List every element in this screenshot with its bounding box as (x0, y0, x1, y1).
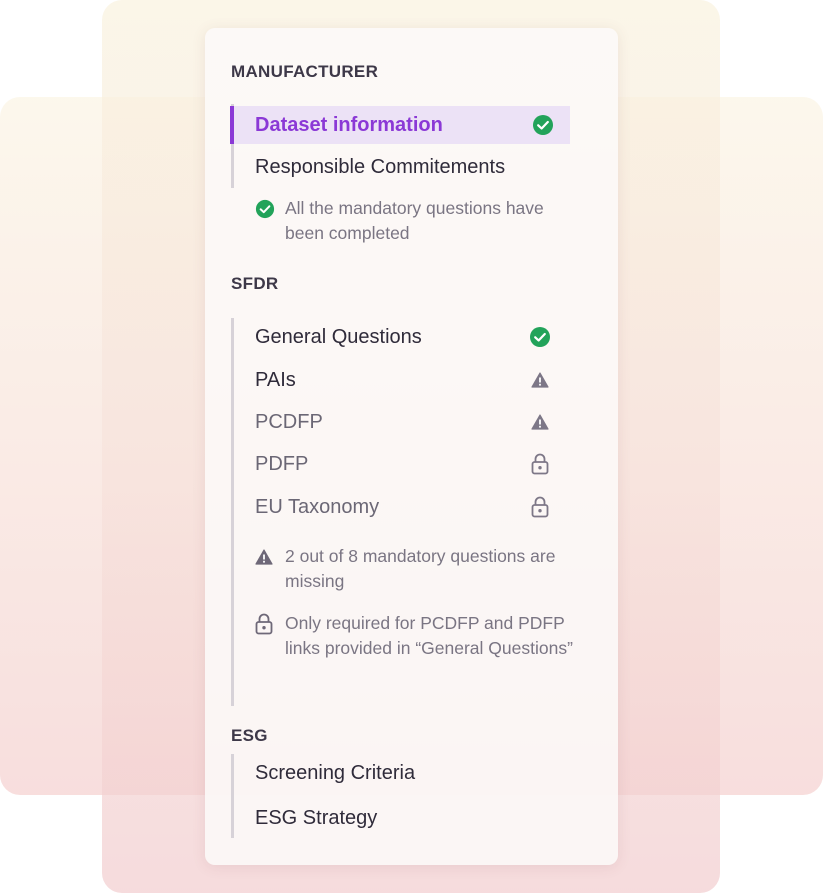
nav-item-label: PCDFP (255, 410, 323, 433)
navigation-card: MANUFACTURER Dataset information Respons… (205, 28, 618, 865)
nav-item-label: Dataset information (255, 113, 443, 136)
nav-item-label: ESG Strategy (255, 806, 378, 829)
section-title-sfdr: SFDR (231, 274, 279, 293)
nav-item-label: PAIs (255, 368, 296, 391)
note-text: Only required for PCDFP and PDFP links p… (285, 613, 573, 658)
warning-icon (527, 372, 553, 388)
nav-item-screening-criteria[interactable]: Screening Criteria (231, 754, 567, 792)
nav-item-label: Responsible Commitements (255, 155, 506, 178)
nav-item-pais[interactable]: PAIs (231, 361, 567, 399)
nav-item-general-questions[interactable]: General Questions (231, 318, 567, 356)
sfdr-warning-note: 2 out of 8 mandatory questions are missi… (255, 544, 575, 594)
lock-icon (527, 496, 553, 518)
check-circle-icon (255, 196, 275, 221)
sfdr-lock-note: Only required for PCDFP and PDFP links p… (255, 611, 575, 661)
nav-item-pdfp[interactable]: PDFP (231, 445, 567, 483)
note-text: All the mandatory questions have been co… (285, 198, 544, 243)
nav-item-responsible-commitements[interactable]: Responsible Commitements (231, 148, 567, 186)
nav-item-label: PDFP (255, 452, 309, 475)
nav-item-pcdfp[interactable]: PCDFP (231, 403, 567, 441)
check-circle-icon (527, 326, 553, 348)
warning-icon (255, 544, 275, 569)
nav-item-esg-strategy[interactable]: ESG Strategy (231, 799, 567, 837)
manufacturer-status-note: All the mandatory questions have been co… (255, 196, 575, 246)
section-title-manufacturer: MANUFACTURER (231, 62, 379, 81)
warning-icon (527, 414, 553, 430)
nav-item-label: EU Taxonomy (255, 495, 380, 518)
lock-icon (255, 611, 275, 636)
nav-item-label: Screening Criteria (255, 761, 416, 784)
nav-item-eu-taxonomy[interactable]: EU Taxonomy (231, 488, 567, 526)
section-title-esg: ESG (231, 726, 268, 745)
lock-icon (527, 453, 553, 475)
nav-item-label: General Questions (255, 325, 422, 348)
note-text: 2 out of 8 mandatory questions are missi… (285, 546, 556, 591)
check-circle-icon (530, 114, 556, 136)
nav-item-dataset-information[interactable]: Dataset information (230, 106, 570, 144)
